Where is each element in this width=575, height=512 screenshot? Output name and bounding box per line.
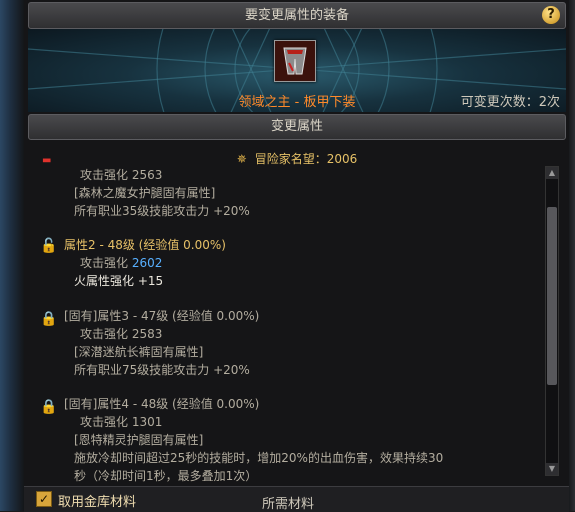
- equipment-title: 要变更属性的装备: [244, 8, 349, 23]
- locked-padlock-icon[interactable]: 🔒: [40, 399, 57, 415]
- attr1-line1: 攻击强化 2563: [80, 168, 163, 182]
- attr1-line3: 所有职业35级技能攻击力 +20%: [74, 204, 250, 218]
- attr2-line1: 攻击强化 2602: [80, 254, 162, 271]
- unlocked-padlock-icon[interactable]: 🔓: [40, 238, 57, 254]
- materials-label: 所需材料: [262, 497, 315, 512]
- attr2-header: 属性2 - 48级 (经验值 0.00%): [64, 238, 226, 252]
- lock-icon: ▬: [42, 155, 52, 166]
- right-border: [569, 0, 575, 511]
- attr1-line2: [森林之魔女护腿固有属性]: [74, 186, 216, 200]
- equipment-slot[interactable]: [274, 40, 316, 82]
- background-window-edge: [0, 0, 24, 511]
- crest-icon: ✵: [236, 152, 247, 166]
- locked-padlock-icon[interactable]: 🔒: [40, 311, 57, 327]
- plate-leggings-icon: [275, 41, 315, 81]
- attribute-list: ✵ 冒险家名望：2006 ▬ 攻击强化 2563 [森林之魔女护腿固有属性] 所有…: [28, 141, 566, 486]
- attr3-line3: 所有职业75级技能攻击力 +20%: [74, 363, 250, 377]
- use-storage-checkbox[interactable]: ✓: [36, 491, 52, 507]
- scroll-down-arrow-icon[interactable]: ▼: [546, 463, 558, 475]
- scrollbar-thumb[interactable]: [547, 207, 557, 385]
- attribute-change-panel: 要变更属性的装备 ? 领域之主 - 板甲下装 可变更次数：2次 变更属性 ✵ 冒…: [24, 0, 569, 512]
- attr4-line2: [恩特精灵护腿固有属性]: [74, 433, 204, 447]
- attr4-line3: 施放冷却时间超过25秒的技能时，增加20%的出血伤害，效果持续30: [74, 451, 444, 465]
- attr4-header: [固有]属性4 - 48级 (经验值 0.00%): [64, 397, 260, 411]
- reputation-text: 冒险家名望：2006: [254, 152, 358, 166]
- attr3-line1: 攻击强化 2583: [80, 327, 163, 341]
- scroll-up-arrow-icon[interactable]: ▲: [546, 167, 558, 179]
- attr2-stat-name: 攻击强化: [80, 256, 129, 270]
- attr3-header: [固有]属性3 - 47级 (经验值 0.00%): [64, 309, 260, 323]
- change-count: 可变更次数：2次: [460, 95, 560, 110]
- section-title: 变更属性: [270, 119, 323, 134]
- attr2-line2: 火属性强化 +15: [74, 274, 164, 288]
- attribute-scrollbar[interactable]: ▲ ▼: [545, 166, 559, 476]
- equipment-title-bar: 要变更属性的装备 ?: [28, 2, 566, 29]
- attr2-stat-value: 2602: [131, 256, 163, 270]
- attr4-line4: 秒（冷却时间1秒，最多叠加1次）: [74, 469, 258, 483]
- use-storage-label[interactable]: 取用金库材料: [58, 491, 136, 510]
- equipment-display: 领域之主 - 板甲下装 可变更次数：2次: [28, 29, 566, 112]
- reputation-line: ✵ 冒险家名望：2006: [28, 150, 566, 167]
- change-attributes-bar: 变更属性: [28, 114, 566, 140]
- attr4-line1: 攻击强化 1301: [80, 415, 163, 429]
- attr3-line2: [深潜迷航长裤固有属性]: [74, 345, 204, 359]
- footer-bar: ✓ 取用金库材料 所需材料: [24, 486, 569, 512]
- help-icon[interactable]: ?: [542, 6, 560, 24]
